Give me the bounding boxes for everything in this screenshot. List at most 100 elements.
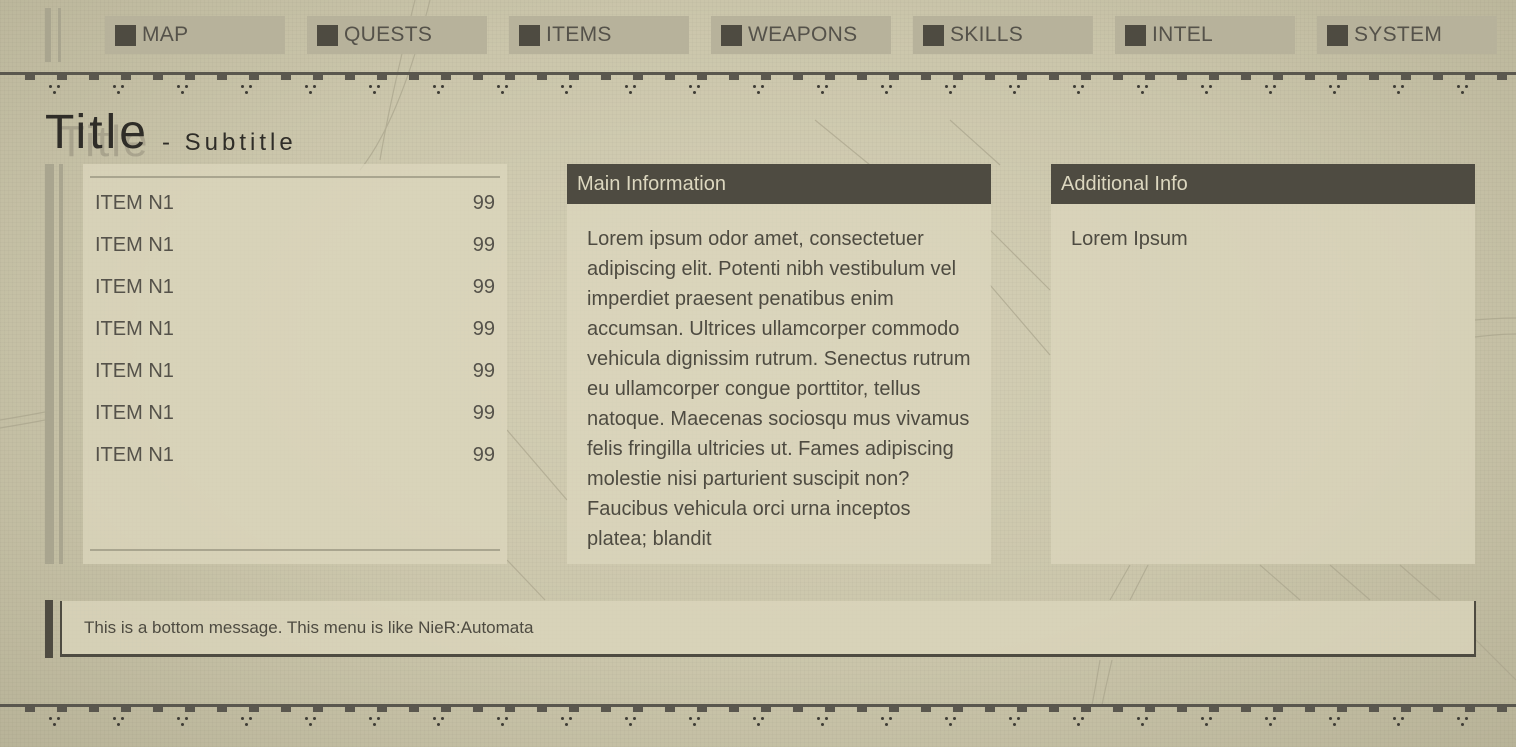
- decor-tick: [377, 707, 387, 712]
- message-accent-bar: [45, 600, 53, 658]
- decor-dots: [497, 717, 509, 726]
- decor-dots: [1329, 85, 1341, 94]
- decor-tick: [1081, 75, 1091, 80]
- decor-dots: [1329, 717, 1341, 726]
- decor-dots: [1393, 717, 1405, 726]
- decor-dots: [881, 85, 893, 94]
- decor-tick: [1209, 75, 1219, 80]
- decor-dots: [1457, 717, 1469, 726]
- nav-tab-weapons[interactable]: WEAPONS: [711, 16, 891, 54]
- additional-info-card: Additional Info Lorem Ipsum: [1051, 164, 1475, 564]
- decor-tick: [985, 707, 995, 712]
- decor-tick: [793, 75, 803, 80]
- decor-dots: [1265, 717, 1277, 726]
- decor-tick: [953, 707, 963, 712]
- decor-dots: [561, 717, 573, 726]
- list-item[interactable]: ITEM N1 99: [95, 311, 495, 347]
- nav-tab-skills[interactable]: SKILLS: [913, 16, 1093, 54]
- decor-tick: [345, 707, 355, 712]
- decor-tick: [1241, 707, 1251, 712]
- list-top-divider: [90, 176, 500, 178]
- decor-tick: [313, 75, 323, 80]
- page-title: Title: [45, 106, 149, 159]
- decor-dots: [689, 717, 701, 726]
- decor-tick: [633, 707, 643, 712]
- decor-dots: [113, 717, 125, 726]
- nav-tab-label: SYSTEM: [1354, 23, 1443, 46]
- decor-tick: [601, 707, 611, 712]
- decor-tick: [25, 707, 35, 712]
- decor-tick: [1017, 707, 1027, 712]
- list-item-count: 99: [472, 191, 495, 214]
- decor-dots: [1201, 717, 1213, 726]
- decor-tick: [985, 75, 995, 80]
- list-item[interactable]: ITEM N1 99: [95, 437, 495, 473]
- nav-tab-intel[interactable]: INTEL: [1115, 16, 1295, 54]
- nav-tab-label: SKILLS: [950, 23, 1024, 46]
- page-subtitle: - Subtitle: [162, 129, 297, 156]
- decor-dots: [369, 717, 381, 726]
- decor-dots: [305, 85, 317, 94]
- top-nav: MAP QUESTS ITEMS WEAPONS SKILLS INTEL SY…: [0, 0, 1516, 60]
- decor-tick: [1305, 75, 1315, 80]
- nav-tab-label: WEAPONS: [748, 23, 858, 46]
- list-item-count: 99: [472, 401, 495, 424]
- decor-dots: [1073, 717, 1085, 726]
- decor-dots: [1073, 85, 1085, 94]
- decor-tick: [761, 75, 771, 80]
- decor-tick: [1465, 707, 1475, 712]
- list-item-name: ITEM N1: [95, 233, 174, 256]
- decor-tick: [1177, 707, 1187, 712]
- list-item-count: 99: [472, 443, 495, 466]
- decor-dots: [817, 85, 829, 94]
- decor-tick: [409, 707, 419, 712]
- nav-square-icon: [519, 24, 540, 46]
- nav-tab-label: QUESTS: [344, 23, 433, 46]
- decor-tick: [441, 75, 451, 80]
- list-item[interactable]: ITEM N1 99: [95, 269, 495, 305]
- decor-tick: [1273, 707, 1283, 712]
- decor-dots: [1009, 717, 1021, 726]
- decor-tick: [441, 707, 451, 712]
- nav-square-icon: [1327, 24, 1348, 46]
- decor-dots: [1457, 85, 1469, 94]
- decor-dots: [625, 85, 637, 94]
- list-item[interactable]: ITEM N1 99: [95, 395, 495, 431]
- bottom-message-box: This is a bottom message. This menu is l…: [60, 601, 1476, 657]
- decor-tick: [249, 707, 259, 712]
- decor-tick: [473, 75, 483, 80]
- nav-tab-label: ITEMS: [546, 23, 612, 46]
- decor-tick: [505, 75, 515, 80]
- decor-tick: [1209, 707, 1219, 712]
- decor-tick: [1017, 75, 1027, 80]
- decor-tick: [729, 75, 739, 80]
- decor-tick: [1337, 707, 1347, 712]
- nav-tab-system[interactable]: SYSTEM: [1317, 16, 1497, 54]
- decor-tick: [761, 707, 771, 712]
- decor-tick: [697, 75, 707, 80]
- list-item[interactable]: ITEM N1 99: [95, 353, 495, 389]
- decor-tick: [1113, 707, 1123, 712]
- list-item-name: ITEM N1: [95, 275, 174, 298]
- decor-dots: [369, 85, 381, 94]
- list-item[interactable]: ITEM N1 99: [95, 185, 495, 221]
- decor-tick: [1433, 75, 1443, 80]
- list-item[interactable]: ITEM N1 99: [95, 227, 495, 263]
- nav-tab-items[interactable]: ITEMS: [509, 16, 689, 54]
- nav-tab-quests[interactable]: QUESTS: [307, 16, 487, 54]
- decor-tick: [729, 707, 739, 712]
- nav-tab-label: INTEL: [1152, 23, 1214, 46]
- decor-tick: [1497, 707, 1507, 712]
- decor-tick: [921, 75, 931, 80]
- decor-tick: [537, 707, 547, 712]
- decor-dots: [305, 717, 317, 726]
- decor-tick: [153, 75, 163, 80]
- bottom-message-text: This is a bottom message. This menu is l…: [84, 617, 534, 637]
- decor-dots: [1137, 717, 1149, 726]
- decor-tick: [313, 707, 323, 712]
- decor-tick: [953, 75, 963, 80]
- decor-tick: [473, 707, 483, 712]
- main-info-heading: Main Information: [567, 164, 991, 204]
- nav-tab-map[interactable]: MAP: [105, 16, 285, 54]
- decor-tick: [825, 707, 835, 712]
